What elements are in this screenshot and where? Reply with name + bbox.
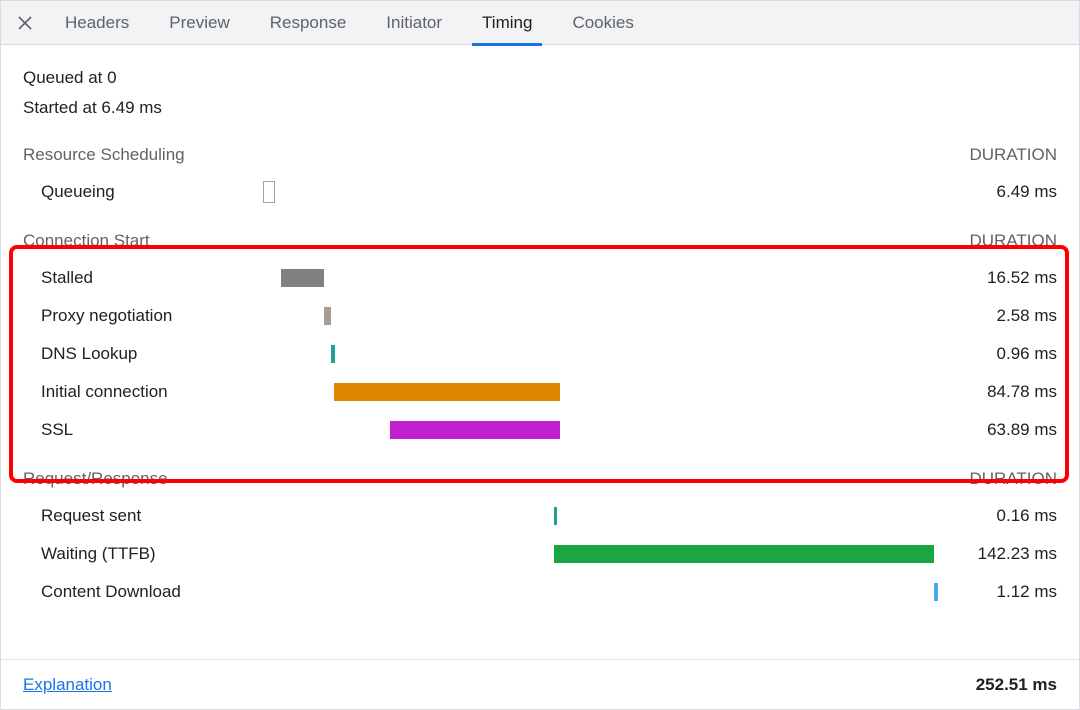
duration-ssl: 63.89 ms [937,420,1057,440]
section-title-reqres: Request/Response [23,469,168,489]
duration-proxy: 2.58 ms [937,306,1057,326]
bar-waiting [263,545,937,563]
started-at-text: Started at 6.49 ms [23,93,1057,123]
section-header-reqres: Request/Response DURATION [23,469,1057,489]
row-queueing: Queueing 6.49 ms [23,173,1057,211]
bar-proxy [263,307,937,325]
duration-header-3: DURATION [969,469,1057,489]
duration-initconn: 84.78 ms [937,382,1057,402]
section-header-scheduling: Resource Scheduling DURATION [23,145,1057,165]
total-time: 252.51 ms [976,675,1057,695]
close-icon[interactable] [11,9,39,37]
duration-waiting: 142.23 ms [937,544,1057,564]
row-dns: DNS Lookup 0.96 ms [23,335,1057,373]
tab-timing[interactable]: Timing [462,1,552,45]
row-proxy: Proxy negotiation 2.58 ms [23,297,1057,335]
queued-at-text: Queued at 0 [23,63,1057,93]
footer: Explanation 252.51 ms [1,659,1079,709]
row-waiting: Waiting (TTFB) 142.23 ms [23,535,1057,573]
tab-headers[interactable]: Headers [45,1,149,45]
duration-download: 1.12 ms [937,582,1057,602]
label-ssl: SSL [23,420,263,440]
timing-status: Queued at 0 Started at 6.49 ms [23,63,1057,123]
duration-header: DURATION [969,145,1057,165]
label-download: Content Download [23,582,263,602]
timing-panel: Headers Preview Response Initiator Timin… [0,0,1080,710]
label-waiting: Waiting (TTFB) [23,544,263,564]
row-ssl: SSL 63.89 ms [23,411,1057,449]
tab-bar: Headers Preview Response Initiator Timin… [1,1,1079,45]
duration-dns: 0.96 ms [937,344,1057,364]
label-queueing: Queueing [23,182,263,202]
duration-queueing: 6.49 ms [937,182,1057,202]
duration-header-2: DURATION [969,231,1057,251]
section-title-scheduling: Resource Scheduling [23,145,185,165]
section-title-connection: Connection Start [23,231,150,251]
tab-initiator[interactable]: Initiator [366,1,462,45]
tab-response[interactable]: Response [250,1,367,45]
label-stalled: Stalled [23,268,263,288]
tab-preview[interactable]: Preview [149,1,249,45]
row-reqsent: Request sent 0.16 ms [23,497,1057,535]
bar-initconn [263,383,937,401]
bar-dns [263,345,937,363]
row-stalled: Stalled 16.52 ms [23,259,1057,297]
bar-reqsent [263,507,937,525]
duration-stalled: 16.52 ms [937,268,1057,288]
section-header-connection: Connection Start DURATION [23,231,1057,251]
label-dns: DNS Lookup [23,344,263,364]
explanation-link[interactable]: Explanation [23,675,112,695]
bar-download [263,583,937,601]
label-reqsent: Request sent [23,506,263,526]
duration-reqsent: 0.16 ms [937,506,1057,526]
label-initconn: Initial connection [23,382,263,402]
label-proxy: Proxy negotiation [23,306,263,326]
tab-cookies[interactable]: Cookies [552,1,653,45]
timing-content: Queued at 0 Started at 6.49 ms Resource … [1,45,1079,611]
bar-ssl [263,421,937,439]
row-download: Content Download 1.12 ms [23,573,1057,611]
bar-queueing [263,183,937,201]
bar-stalled [263,269,937,287]
row-initconn: Initial connection 84.78 ms [23,373,1057,411]
